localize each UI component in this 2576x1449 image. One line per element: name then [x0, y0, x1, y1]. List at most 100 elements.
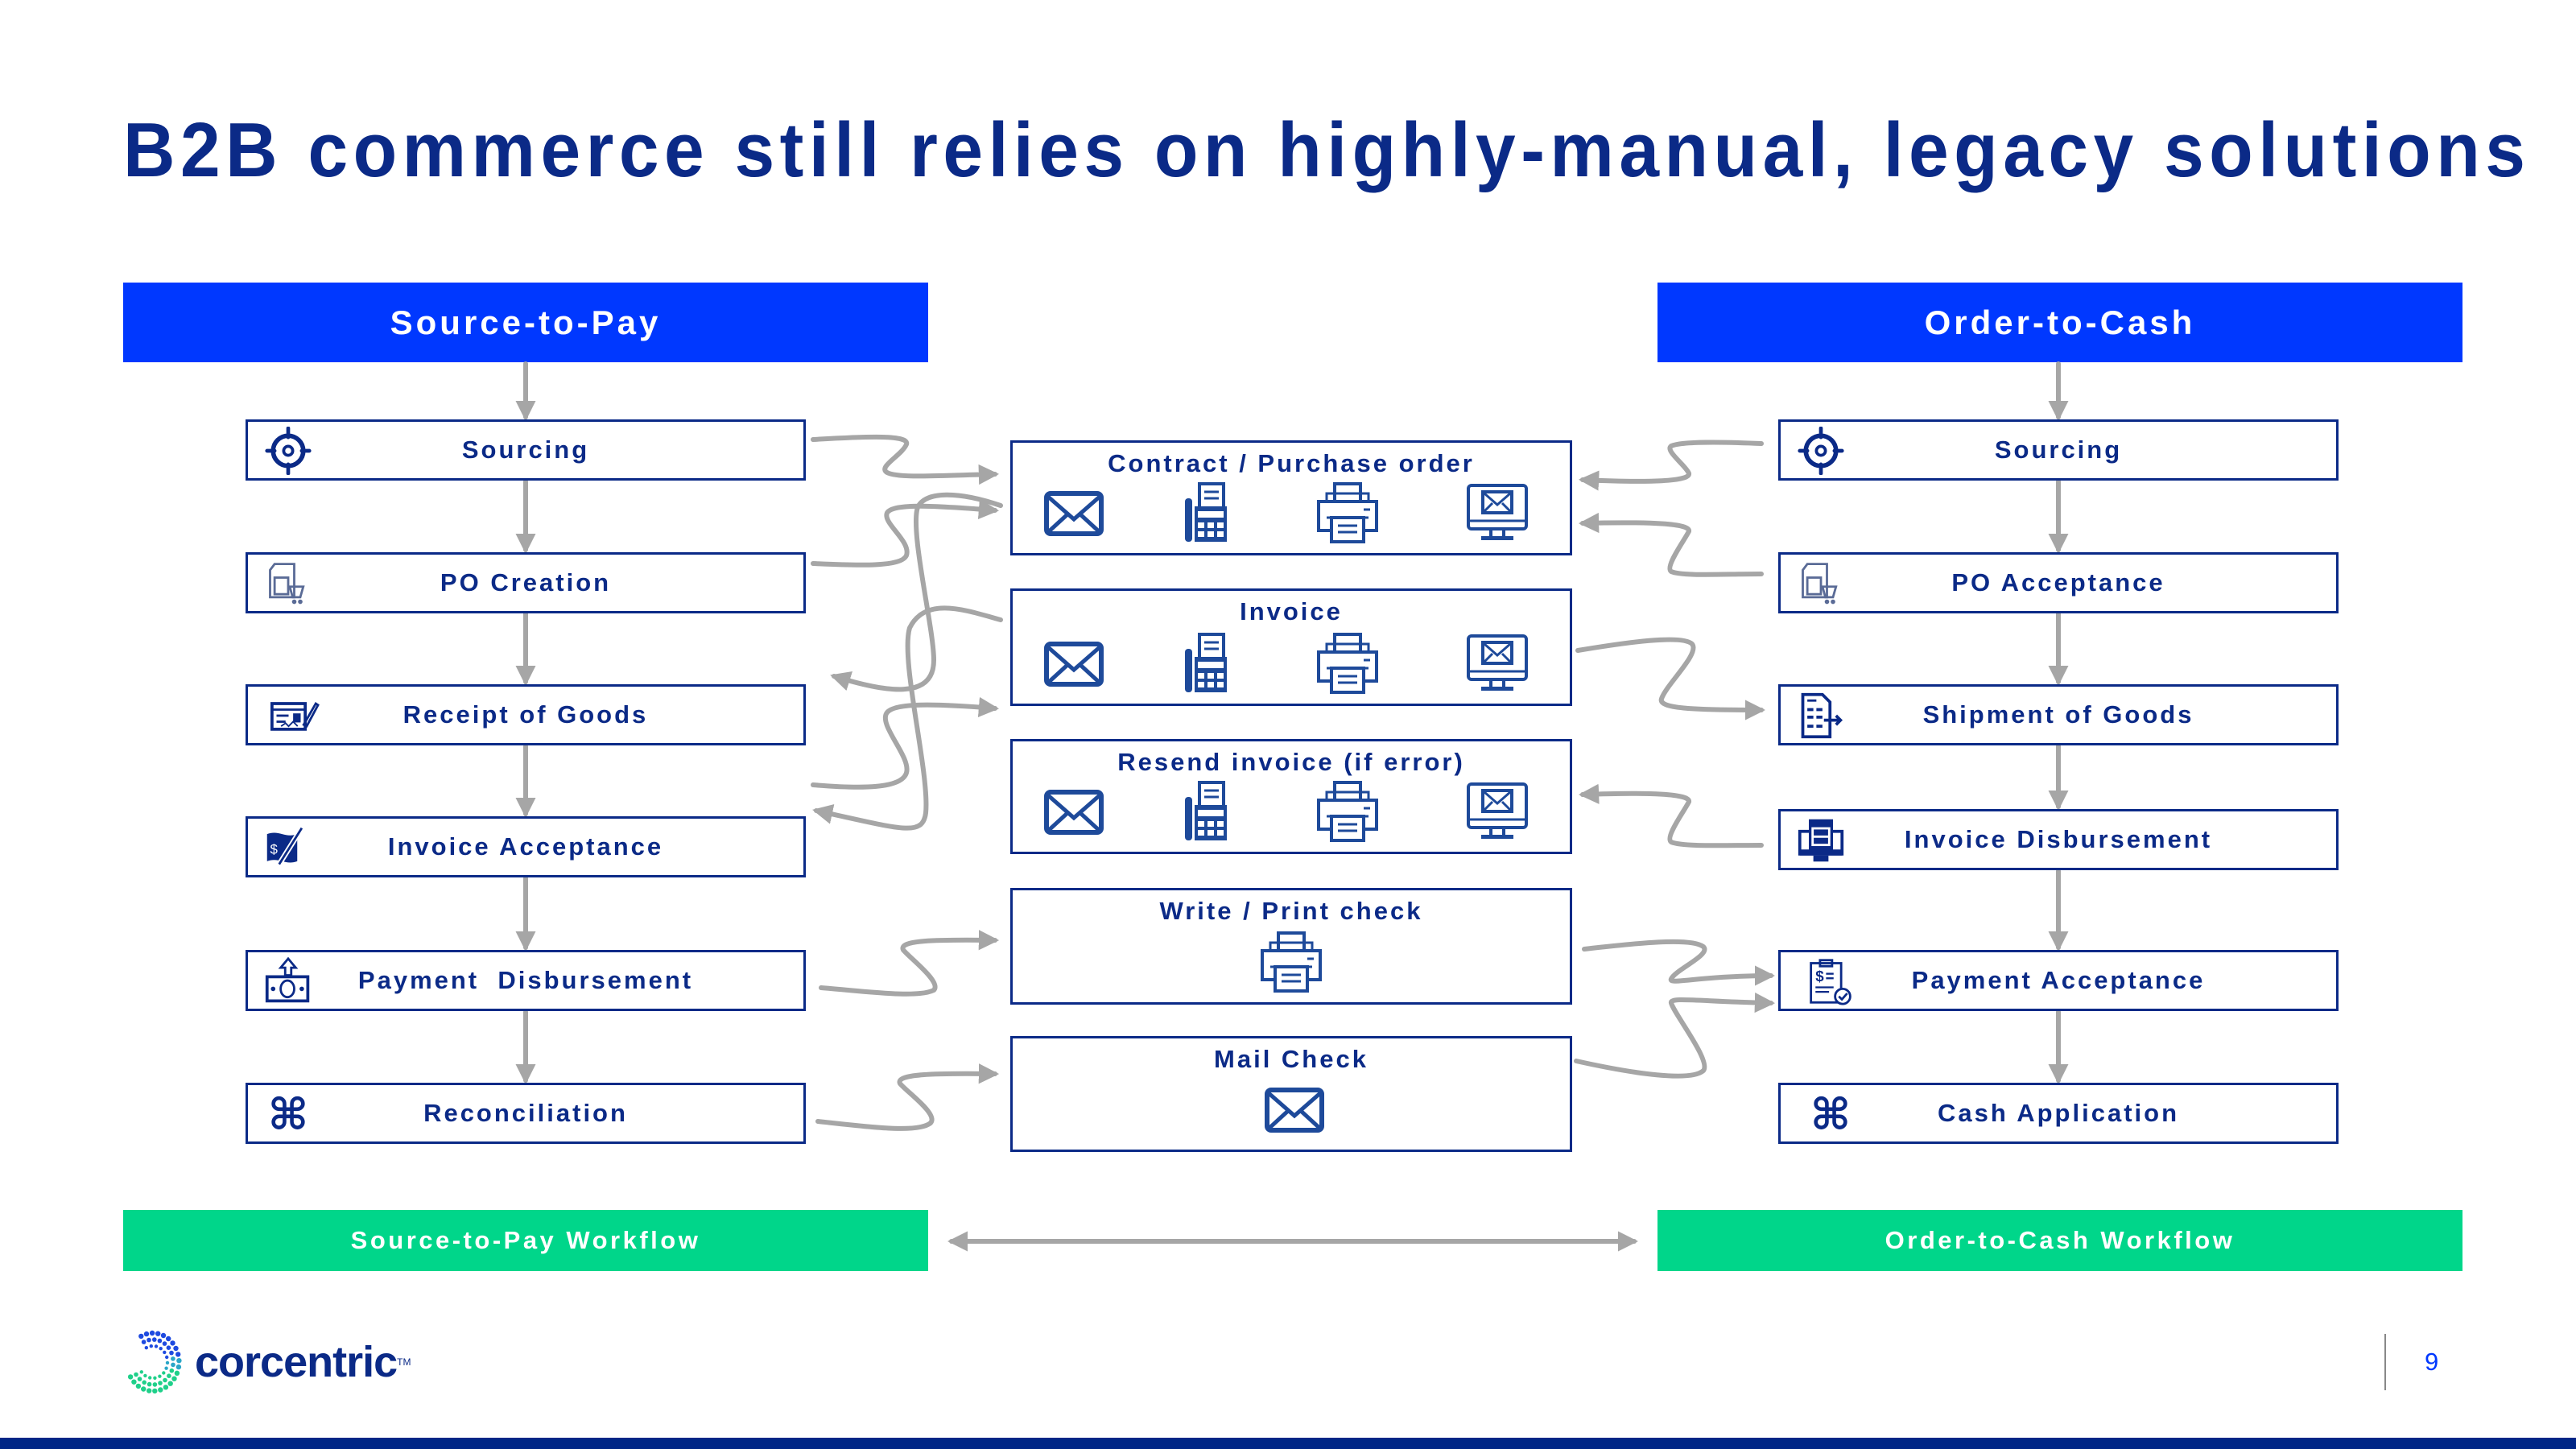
- otc-step-sourcing: Sourcing: [1778, 419, 2339, 481]
- logo-dot: [163, 1385, 169, 1390]
- corcentric-logo: corcentric TM: [119, 1328, 411, 1396]
- logo-dot: [152, 1382, 158, 1387]
- step-label: Payment Acceptance: [1911, 966, 2206, 994]
- stp-step-sourcing: Sourcing: [246, 419, 806, 481]
- footer-band: [0, 1438, 2576, 1449]
- stp-step-payment-disbursement: Payment Disbursement: [246, 950, 806, 1011]
- logo-dot: [162, 1371, 166, 1375]
- connector-invoice-to-shipment: [1575, 637, 1766, 720]
- step-label: Invoice Acceptance: [387, 832, 664, 861]
- logo-dot: [162, 1341, 167, 1346]
- logo-dot: [171, 1356, 175, 1361]
- logo-dot: [134, 1372, 138, 1377]
- otc-step-invoice-disbursement: Invoice Disbursement: [1778, 809, 2339, 870]
- logo-dot: [166, 1335, 171, 1342]
- step-label: Reconciliation: [423, 1099, 628, 1127]
- logo-dot: [159, 1347, 163, 1351]
- step-label: Sourcing: [461, 436, 590, 464]
- logo-dot: [143, 1331, 150, 1337]
- step-label: Payment Disbursement: [357, 966, 694, 994]
- logo-dot: [142, 1380, 147, 1385]
- order-to-cash-header: Order-to-Cash: [1657, 283, 2462, 362]
- logo-trademark: TM: [397, 1356, 411, 1368]
- logo-wordmark: corcentric: [195, 1338, 398, 1386]
- logo-dot: [138, 1333, 144, 1340]
- logo-dot: [158, 1374, 162, 1378]
- source-to-pay-header: Source-to-Pay: [123, 283, 928, 362]
- logo-dot: [158, 1381, 163, 1385]
- envelope-icon: [1262, 1079, 1327, 1140]
- printer-icon: [1315, 781, 1380, 842]
- logo-dot: [148, 1376, 152, 1380]
- logo-dot: [164, 1366, 168, 1370]
- monitor-mail-icon: [1465, 482, 1530, 543]
- logo-dot: [175, 1352, 181, 1357]
- channel-invoice: Invoice: [1010, 588, 1572, 706]
- page-title: B2B commerce still relies on highly-manu…: [123, 107, 2531, 193]
- step-label: Sourcing: [1994, 436, 2123, 464]
- logo-dot: [152, 1388, 158, 1394]
- connector-po-accept-to-contract: [1578, 512, 1764, 577]
- logo-dot: [127, 1374, 134, 1380]
- logo-dot: [144, 1346, 148, 1350]
- logo-dot: [167, 1381, 173, 1386]
- channel-contract-purchase-order: Contract / Purchase order: [1010, 440, 1572, 555]
- logo-dot: [176, 1358, 182, 1364]
- fax-icon: [1179, 633, 1243, 694]
- logo-dot: [163, 1350, 167, 1355]
- logo-dot: [165, 1360, 170, 1365]
- envelope-icon: [1042, 482, 1106, 543]
- connector-invoice-disb-to-resend: [1578, 783, 1764, 848]
- logo-dot: [147, 1337, 151, 1343]
- dotted-circle-logo-icon: [127, 1330, 182, 1394]
- logo-dot: [147, 1388, 152, 1393]
- otc-step-po-acceptance: PO Acceptance: [1778, 552, 2339, 613]
- monitor-mail-icon: [1465, 781, 1530, 842]
- logo-dot: [171, 1376, 177, 1381]
- channel-label: Mail Check: [1214, 1045, 1368, 1073]
- logo-dot: [137, 1377, 142, 1381]
- page-number-divider: [2384, 1334, 2386, 1390]
- step-label: PO Acceptance: [1951, 568, 2165, 597]
- connector-writecheck-to-payment: [1582, 939, 1776, 986]
- logo-dot: [169, 1350, 174, 1356]
- page-number: 9: [2425, 1348, 2439, 1376]
- source-to-pay-workflow-bar: Source-to-Pay Workflow: [123, 1210, 928, 1271]
- logo-dot: [141, 1340, 147, 1344]
- logo-dot: [173, 1345, 179, 1352]
- connector-invoice-to-invoice-acceptance: [812, 605, 1003, 831]
- stp-step-receipt-of-goods: Receipt of Goods: [246, 684, 806, 745]
- monitor-mail-icon: [1465, 633, 1530, 694]
- logo-dot: [147, 1381, 152, 1387]
- step-label: Shipment of Goods: [1922, 700, 2194, 729]
- logo-dot: [155, 1331, 161, 1336]
- channel-label: Write / Print check: [1159, 897, 1423, 925]
- otc-step-cash-application: Cash Application: [1778, 1083, 2339, 1144]
- logo-dot: [149, 1344, 153, 1348]
- stp-step-reconciliation: Reconciliation: [246, 1083, 806, 1144]
- logo-dot: [153, 1376, 157, 1380]
- logo-dot: [157, 1338, 163, 1344]
- logo-dot: [135, 1383, 142, 1389]
- step-label: Receipt of Goods: [402, 700, 649, 729]
- logo-dot: [165, 1355, 169, 1360]
- step-label: PO Creation: [440, 568, 612, 597]
- connector-reconciliation-to-mailcheck: [815, 1063, 1000, 1131]
- step-label: Invoice Disbursement: [1904, 825, 2213, 853]
- logo-dot: [160, 1332, 167, 1339]
- logo-dot: [167, 1373, 171, 1378]
- logo-dot: [149, 1330, 155, 1336]
- connector-po-to-contract: [811, 498, 1000, 568]
- logo-dot: [131, 1379, 137, 1385]
- logo-dot: [158, 1387, 163, 1393]
- connector-payment-to-writecheck: [819, 930, 1000, 997]
- logo-dot: [163, 1377, 167, 1383]
- logo-dot: [175, 1364, 182, 1370]
- step-label: Cash Application: [1937, 1099, 2180, 1127]
- logo-dot: [170, 1340, 175, 1346]
- channel-resend-invoice: Resend invoice (if error): [1010, 739, 1572, 854]
- logo-dot: [152, 1337, 157, 1342]
- stp-step-invoice-acceptance: Invoice Acceptance: [246, 816, 806, 877]
- channel-label: Contract / Purchase order: [1108, 449, 1475, 477]
- printer-icon: [1315, 482, 1380, 543]
